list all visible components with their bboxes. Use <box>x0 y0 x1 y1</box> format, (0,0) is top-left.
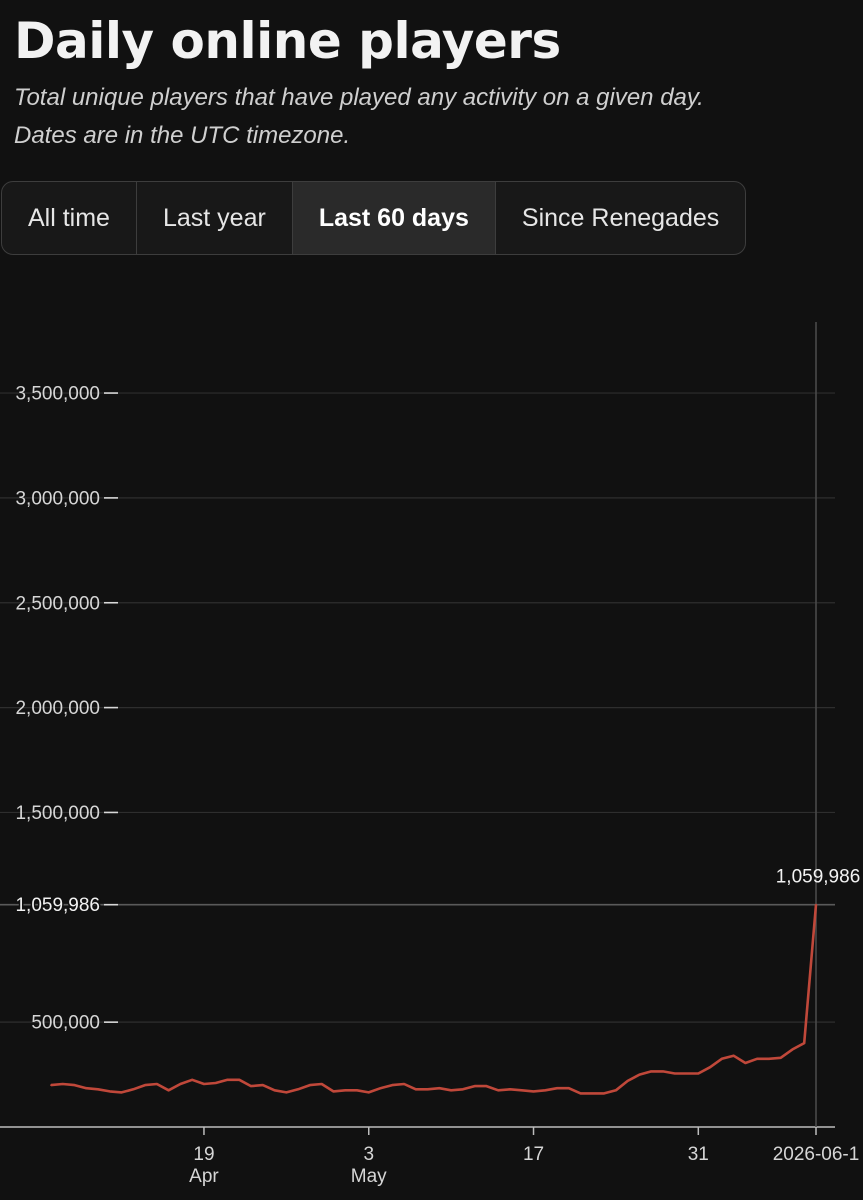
data-point <box>497 1089 500 1092</box>
data-point <box>214 1082 217 1084</box>
y-tick-label: 3,500,000 <box>15 384 100 405</box>
data-point <box>226 1078 229 1081</box>
data-point <box>615 1089 617 1092</box>
data-point <box>485 1085 488 1087</box>
data-point <box>261 1084 264 1086</box>
data-point <box>744 1062 747 1064</box>
data-point <box>815 903 817 906</box>
data-point <box>638 1073 641 1076</box>
data-point <box>509 1088 511 1091</box>
data-point <box>450 1089 452 1092</box>
data-point <box>579 1092 582 1095</box>
data-point <box>344 1089 347 1092</box>
data-point <box>97 1088 99 1091</box>
data-point <box>85 1087 88 1090</box>
data-point <box>61 1083 64 1085</box>
y-tick-label: 1,500,000 <box>15 803 100 824</box>
data-point <box>650 1070 653 1073</box>
data-point <box>391 1084 394 1086</box>
data-point <box>250 1085 252 1087</box>
data-point <box>414 1088 417 1091</box>
data-point <box>544 1089 547 1092</box>
data-point <box>532 1090 535 1093</box>
data-point <box>403 1083 405 1085</box>
data-point <box>556 1087 558 1090</box>
data-point <box>320 1083 323 1085</box>
series-line <box>50 904 818 1095</box>
data-point <box>144 1084 147 1086</box>
data-point <box>685 1072 688 1075</box>
data-point <box>191 1078 194 1081</box>
y-tick-label: 2,500,000 <box>15 593 100 614</box>
data-point <box>520 1089 523 1092</box>
x-tick-label: 19 <box>193 1144 214 1165</box>
x-tick-label: 31 <box>688 1144 709 1165</box>
data-point <box>167 1089 170 1092</box>
data-point <box>73 1084 76 1086</box>
data-point <box>50 1084 52 1086</box>
data-point <box>356 1089 358 1092</box>
data-point <box>273 1089 276 1092</box>
data-point <box>332 1090 335 1093</box>
data-point <box>697 1072 700 1075</box>
data-point <box>132 1088 135 1091</box>
y-tick-label: 2,000,000 <box>15 698 100 719</box>
data-point <box>203 1083 205 1085</box>
data-point <box>367 1091 370 1094</box>
data-point <box>603 1092 605 1095</box>
x-tick-sublabel: May <box>351 1166 387 1187</box>
data-point <box>732 1054 735 1057</box>
data-point <box>120 1091 123 1094</box>
data-point <box>756 1057 758 1060</box>
players-line-chart: 3,500,000 3,000,000 2,500,000 2,000,000 1,50… <box>0 322 861 1187</box>
highlight-value-label: 1,059,986 <box>776 867 861 888</box>
x-tick-label: 2026-06-1 <box>773 1144 860 1165</box>
data-point <box>709 1066 711 1069</box>
data-point <box>768 1057 770 1060</box>
data-point <box>108 1090 111 1093</box>
y-tick-label: 3,000,000 <box>15 488 100 509</box>
data-point <box>567 1087 570 1090</box>
x-tick-label: 3 <box>363 1144 374 1165</box>
data-point <box>238 1078 241 1081</box>
data-point <box>179 1083 182 1085</box>
data-point <box>662 1070 664 1073</box>
data-point <box>473 1085 476 1087</box>
data-point <box>791 1048 794 1051</box>
x-tick-label: 17 <box>523 1144 544 1165</box>
data-point <box>426 1088 429 1091</box>
data-point <box>309 1084 311 1086</box>
data-point <box>297 1088 299 1091</box>
data-point <box>720 1057 723 1060</box>
data-point <box>156 1083 158 1085</box>
data-point <box>779 1056 782 1059</box>
data-point <box>438 1087 441 1090</box>
data-point <box>285 1091 288 1094</box>
x-tick-sublabel: Apr <box>189 1166 219 1187</box>
data-point <box>379 1087 382 1090</box>
y-tick-label: 500,000 <box>31 1013 100 1034</box>
y-tick-label: 1,059,986 <box>15 895 100 916</box>
data-point <box>626 1080 629 1082</box>
data-point <box>462 1088 464 1091</box>
data-point <box>803 1042 806 1044</box>
data-point <box>673 1072 676 1075</box>
data-point <box>591 1092 594 1095</box>
